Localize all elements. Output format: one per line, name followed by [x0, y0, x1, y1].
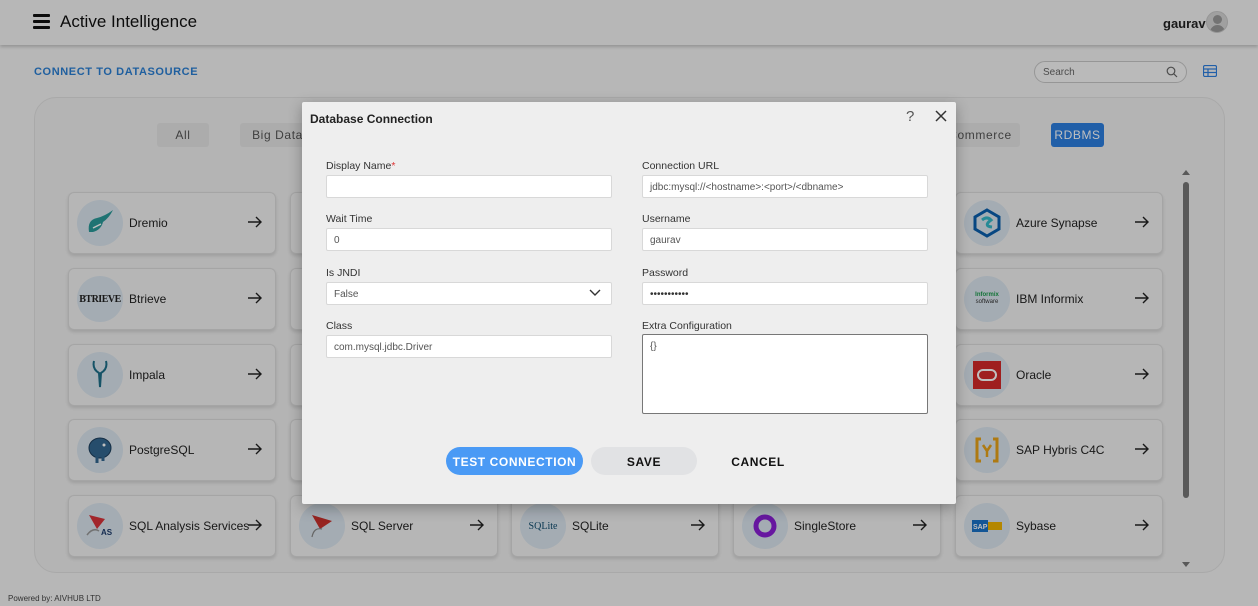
username-input[interactable]: gaurav	[642, 228, 928, 251]
chevron-down-icon[interactable]	[589, 289, 601, 297]
close-icon[interactable]	[934, 109, 948, 123]
connection-url-input[interactable]: jdbc:mysql://<hostname>:<port>/<dbname>	[642, 175, 928, 198]
password-label: Password	[642, 267, 689, 279]
dialog-title: Database Connection	[310, 112, 433, 126]
extra-configuration-label: Extra Configuration	[642, 320, 732, 332]
is-jndi-value: False	[334, 289, 359, 300]
password-input[interactable]: •••••••••••	[642, 282, 928, 305]
save-button[interactable]: SAVE	[591, 447, 697, 475]
username-label: Username	[642, 213, 691, 225]
is-jndi-select[interactable]: False	[326, 282, 612, 305]
wait-time-input[interactable]: 0	[326, 228, 612, 251]
connection-url-label: Connection URL	[642, 160, 720, 172]
extra-configuration-textarea[interactable]: {}	[642, 334, 928, 414]
display-name-label: Display Name*	[326, 160, 396, 172]
database-connection-dialog: Database Connection ? Display Name* Wait…	[302, 102, 956, 504]
wait-time-label: Wait Time	[326, 213, 373, 225]
is-jndi-label: Is JNDI	[326, 267, 361, 279]
help-icon[interactable]: ?	[906, 108, 914, 125]
display-name-input[interactable]	[326, 175, 612, 198]
cancel-button[interactable]: CANCEL	[705, 447, 811, 475]
test-connection-button[interactable]: TEST CONNECTION	[446, 447, 583, 475]
class-label: Class	[326, 320, 353, 332]
class-input[interactable]: com.mysql.jdbc.Driver	[326, 335, 612, 358]
